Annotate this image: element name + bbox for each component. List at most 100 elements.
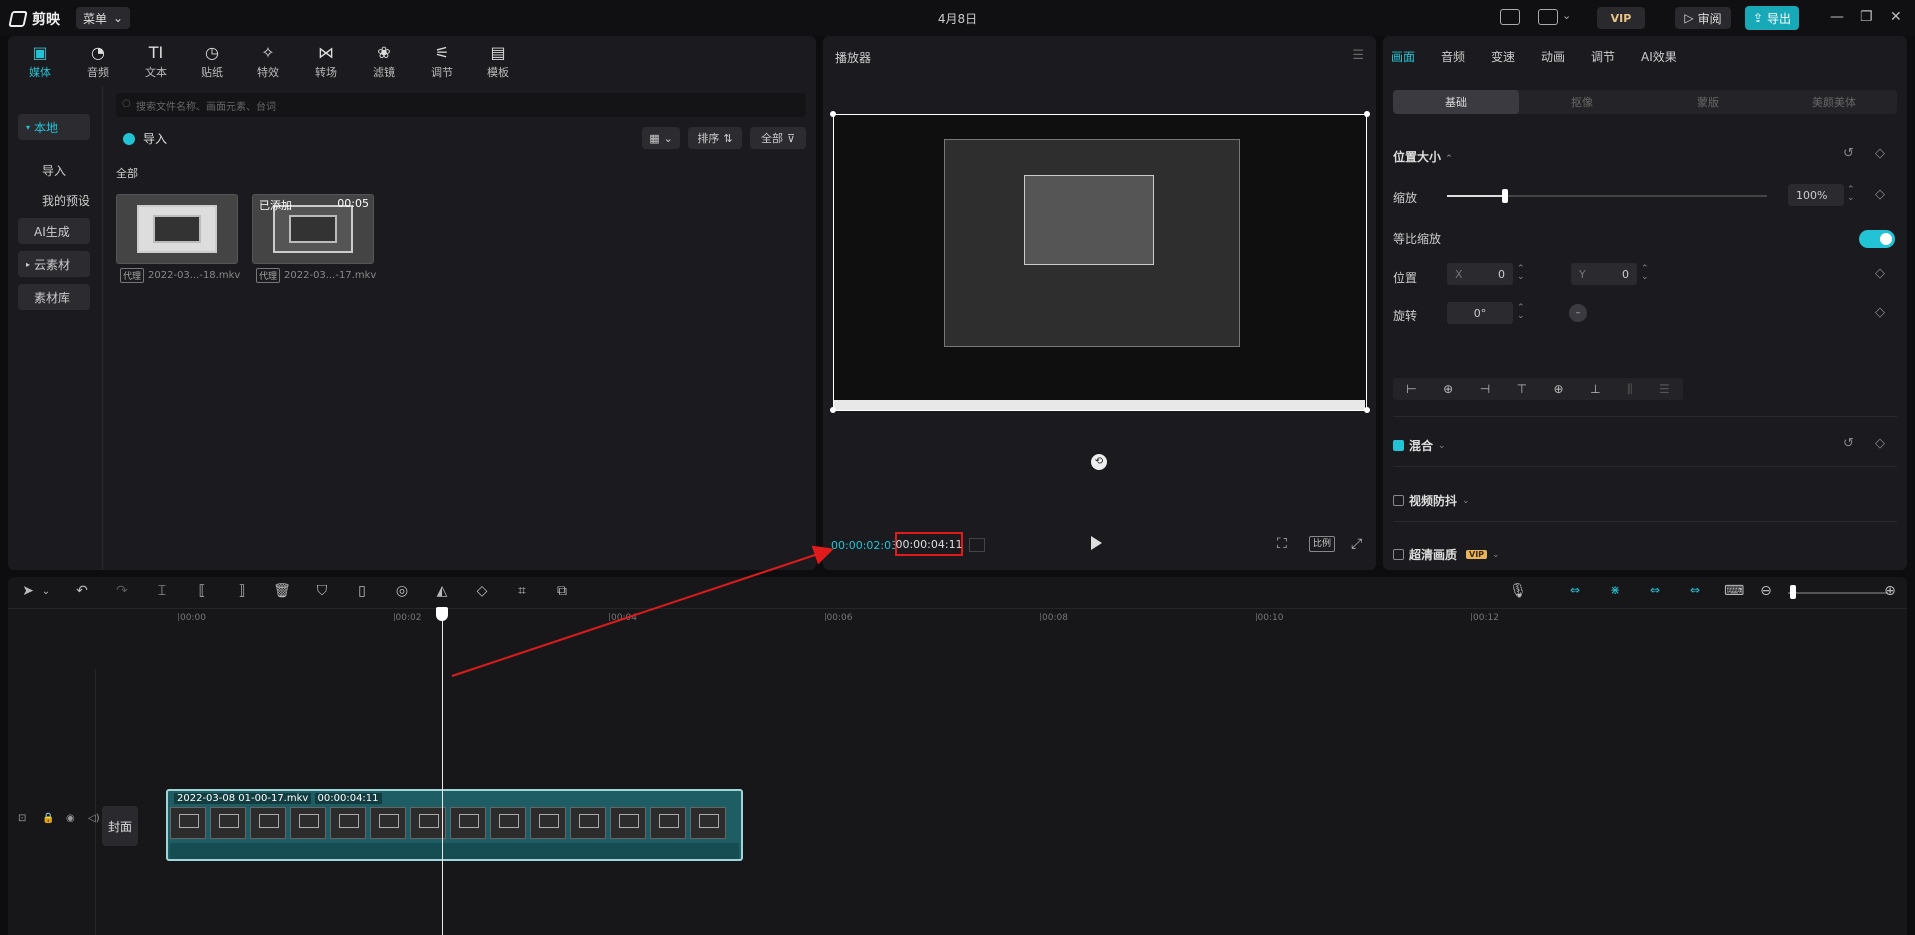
- align-left-icon[interactable]: ⊢: [1406, 382, 1416, 396]
- resize-handle[interactable]: [1364, 111, 1370, 117]
- keyframe-diamond-icon[interactable]: ◇: [1875, 436, 1885, 451]
- fullscreen-icon[interactable]: ⤢: [1351, 536, 1362, 552]
- side-item-cloud[interactable]: ▸ 云素材: [18, 251, 90, 277]
- lock-icon[interactable]: 🔒: [42, 813, 54, 824]
- maximize-icon[interactable]: ❐: [1860, 9, 1873, 25]
- stabilize-row[interactable]: 视频防抖 ⌄: [1393, 492, 1470, 509]
- zoom-in-icon[interactable]: ⊕: [1880, 583, 1900, 599]
- stepper-icon[interactable]: ⌃ ⌄: [1517, 265, 1525, 282]
- video-clip[interactable]: 2022-03-08 01-00-17.mkv 00:00:04:11: [166, 789, 743, 861]
- filter-button[interactable]: 全部 ⊽: [750, 127, 806, 149]
- import-button[interactable]: 导入: [123, 130, 167, 147]
- stepper-icon[interactable]: ⌃ ⌄: [1641, 265, 1649, 282]
- freeze-icon[interactable]: ▯: [352, 583, 372, 599]
- position-x-input[interactable]: X 0: [1447, 263, 1513, 285]
- media-tab-1[interactable]: ◔ 音频: [72, 40, 124, 84]
- timeline-zoom-slider[interactable]: [1788, 592, 1888, 594]
- media-tab-6[interactable]: ❀ 滤镜: [358, 40, 410, 84]
- media-tab-2[interactable]: TI 文本: [130, 40, 182, 84]
- properties-subtab-1[interactable]: 抠像: [1519, 90, 1645, 114]
- export-button[interactable]: ⇪ 导出: [1745, 6, 1799, 30]
- media-thumbnail[interactable]: [116, 194, 238, 264]
- rotate-dial-icon[interactable]: –: [1569, 304, 1587, 322]
- align-center-h-icon[interactable]: ⊕: [1443, 382, 1453, 396]
- align-bottom-icon[interactable]: ⊥: [1590, 382, 1600, 396]
- properties-subtab-3[interactable]: 美颜美体: [1771, 90, 1897, 114]
- align-center-v-icon[interactable]: ⊕: [1554, 382, 1564, 396]
- uniform-scale-toggle[interactable]: [1859, 230, 1895, 248]
- zoom-out-icon[interactable]: ⊖: [1756, 583, 1776, 599]
- align-right-icon[interactable]: ⊣: [1480, 382, 1490, 396]
- hd-checkbox[interactable]: [1393, 549, 1404, 560]
- blend-checkbox[interactable]: [1393, 440, 1404, 451]
- marker-icon[interactable]: ⛉: [312, 583, 332, 599]
- resize-handle[interactable]: [1364, 407, 1370, 413]
- auto-snap-icon[interactable]: ⋇: [1604, 583, 1626, 601]
- stabilize-checkbox[interactable]: [1393, 495, 1404, 506]
- properties-subtab-0[interactable]: 基础: [1393, 90, 1519, 114]
- close-icon[interactable]: ✕: [1890, 9, 1902, 25]
- side-item-ai[interactable]: AI生成: [18, 218, 90, 244]
- properties-tab-3[interactable]: 动画: [1541, 48, 1565, 65]
- mirror-icon[interactable]: ◭: [432, 583, 452, 599]
- preview-axis-icon[interactable]: ⇔: [1684, 583, 1706, 601]
- shortcut-keyboard-icon[interactable]: [1500, 9, 1520, 25]
- speaker-icon[interactable]: ◁): [88, 813, 100, 824]
- media-tab-0[interactable]: ▣ 媒体: [14, 40, 66, 84]
- media-tab-4[interactable]: ✧ 特效: [242, 40, 294, 84]
- view-mode-button[interactable]: ▦ ⌄: [642, 127, 680, 149]
- align-top-icon[interactable]: ⊤: [1517, 382, 1527, 396]
- chevron-down-icon[interactable]: ⌄: [36, 586, 56, 597]
- minimize-icon[interactable]: —: [1830, 9, 1844, 25]
- properties-tab-1[interactable]: 音频: [1441, 48, 1465, 65]
- linkage-icon[interactable]: ⇔: [1644, 583, 1666, 601]
- track-toggle-icon[interactable]: ⊡: [18, 813, 26, 824]
- cover-button[interactable]: 封面: [102, 806, 138, 846]
- side-item-library[interactable]: 素材库: [18, 284, 90, 310]
- review-button[interactable]: ▷ 审阅: [1675, 7, 1731, 29]
- redo-icon[interactable]: ↷: [112, 583, 132, 599]
- properties-tab-2[interactable]: 变速: [1491, 48, 1515, 65]
- media-tab-5[interactable]: ⋈ 转场: [300, 40, 352, 84]
- trim-left-icon[interactable]: ⟦: [192, 583, 212, 599]
- media-tab-7[interactable]: ⚟ 调节: [416, 40, 468, 84]
- media-tab-8[interactable]: ▤ 模板: [472, 40, 524, 84]
- keyframe-diamond-icon[interactable]: ◇: [1875, 266, 1885, 281]
- distribute-h-icon[interactable]: ⫼: [1627, 382, 1633, 397]
- properties-tab-4[interactable]: 调节: [1591, 48, 1615, 65]
- scale-slider[interactable]: [1447, 189, 1767, 203]
- player-menu-icon[interactable]: ☰: [1352, 48, 1364, 63]
- properties-subtab-2[interactable]: 蒙版: [1645, 90, 1771, 114]
- timeline-zoom-knob[interactable]: [1790, 585, 1796, 599]
- trim-right-icon[interactable]: ⟧: [232, 583, 252, 599]
- sort-button[interactable]: 排序 ⇅: [688, 127, 742, 149]
- rotate-input[interactable]: 0°: [1447, 302, 1513, 324]
- playhead[interactable]: [442, 609, 443, 935]
- aspect-ratio-button[interactable]: 比例: [1309, 536, 1335, 552]
- main-menu-button[interactable]: 菜单 ⌄: [76, 7, 130, 29]
- media-search-input[interactable]: ○ 搜索文件名称、画面元素、台词: [116, 93, 806, 117]
- side-item-presets[interactable]: 我的预设: [18, 187, 90, 213]
- side-item-import[interactable]: 导入: [18, 157, 90, 183]
- side-item-local[interactable]: ▾ 本地: [18, 114, 90, 140]
- reverse-icon[interactable]: ◎: [392, 583, 412, 599]
- select-cursor-icon[interactable]: ➤: [18, 583, 38, 599]
- position-y-input[interactable]: Y 0: [1571, 263, 1637, 285]
- delete-icon[interactable]: 🗑: [272, 583, 292, 599]
- fit-screen-icon[interactable]: ⛶: [1277, 536, 1287, 552]
- playhead-handle[interactable]: [436, 607, 448, 621]
- stepper-icon[interactable]: ⌃ ⌄: [1847, 186, 1855, 203]
- layout-icon[interactable]: [1538, 9, 1558, 25]
- reset-icon[interactable]: ↺: [1843, 146, 1854, 161]
- rotate-handle-icon[interactable]: ⟲: [1091, 454, 1107, 470]
- keyframe-diamond-icon[interactable]: ◇: [1875, 187, 1885, 202]
- keyframe-diamond-icon[interactable]: ◇: [1875, 146, 1885, 161]
- scale-slider-knob[interactable]: [1501, 189, 1508, 203]
- rotate-icon[interactable]: ◇: [472, 583, 492, 599]
- crop-icon[interactable]: ⌗: [512, 583, 532, 599]
- eye-icon[interactable]: ◉: [66, 813, 75, 824]
- properties-tab-5[interactable]: AI效果: [1641, 48, 1677, 65]
- blend-row[interactable]: 混合 ⌄: [1393, 437, 1446, 454]
- resize-handle[interactable]: [830, 407, 836, 413]
- vip-button[interactable]: VIP: [1597, 7, 1645, 29]
